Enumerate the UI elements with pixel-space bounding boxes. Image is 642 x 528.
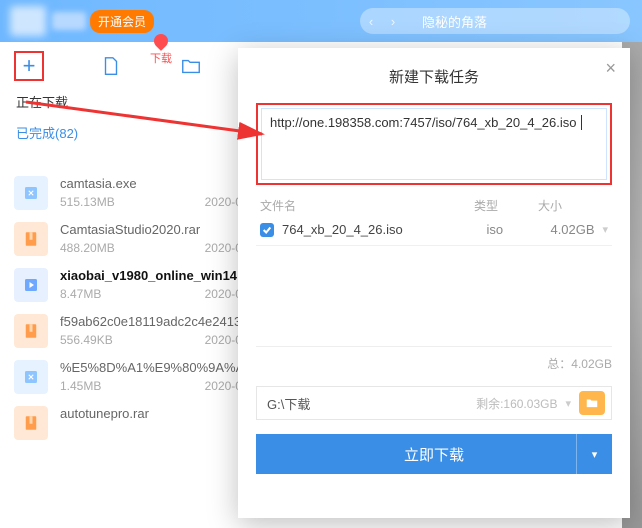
chevron-down-icon[interactable]: ▾	[602, 223, 608, 236]
list-item-size: 8.47MB	[60, 287, 101, 301]
list-item-size: 1.45MB	[60, 379, 101, 393]
list-item-size: 556.49KB	[60, 333, 113, 347]
col-size: 大小	[538, 197, 608, 214]
file-name: 764_xb_20_4_26.iso	[282, 222, 486, 237]
list-item-size: 515.13MB	[60, 195, 115, 209]
url-input[interactable]: http://one.198358.com:7457/iso/764_xb_20…	[256, 103, 612, 185]
dialog-title: 新建下载任务	[256, 66, 612, 87]
download-split-button[interactable]: ▾	[576, 434, 612, 474]
search-placeholder: 隐秘的角落	[422, 12, 487, 31]
file-button[interactable]	[98, 53, 124, 79]
pin-icon	[151, 31, 171, 51]
chevron-down-icon[interactable]: ▾	[565, 397, 571, 410]
col-type: 类型	[474, 197, 538, 214]
file-table-header: 文件名 类型 大小	[256, 197, 612, 214]
disk-remaining: 剩余:160.03GB	[476, 395, 557, 412]
dialog-close-button[interactable]: ×	[605, 58, 616, 79]
download-now-label: 立即下载	[404, 444, 464, 465]
url-text: http://one.198358.com:7457/iso/764_xb_20…	[270, 115, 576, 130]
app-header: 开通会员 ‹ › 隐秘的角落	[0, 0, 642, 42]
plus-icon: +	[23, 55, 36, 77]
list-item-size: 488.20MB	[60, 241, 115, 255]
file-type-icon	[14, 268, 48, 302]
new-task-button[interactable]: +	[14, 51, 44, 81]
col-filename: 文件名	[260, 197, 474, 214]
folder-icon	[584, 396, 600, 410]
file-type-icon	[14, 314, 48, 348]
tab-completed-label: 已完成	[16, 126, 55, 141]
file-type-icon	[14, 176, 48, 210]
file-type-icon	[14, 406, 48, 440]
total-size: 总：4.02GB	[256, 346, 612, 372]
nav-forward-icon[interactable]: ›	[382, 14, 404, 29]
save-path[interactable]: G:\下载	[267, 394, 476, 413]
browse-folder-button[interactable]	[579, 391, 605, 415]
folder-button[interactable]	[178, 53, 204, 79]
file-row[interactable]: 764_xb_20_4_26.iso iso 4.02GB ▾	[256, 214, 612, 246]
tab-completed-count: (82)	[55, 126, 78, 141]
download-now-button[interactable]: 立即下载 ▾	[256, 434, 612, 474]
avatar[interactable]	[10, 6, 46, 36]
file-size: 4.02GB	[550, 222, 602, 237]
file-type-icon	[14, 360, 48, 394]
folder-icon	[180, 55, 202, 77]
file-type: iso	[486, 222, 550, 237]
username	[52, 12, 86, 30]
search-bar[interactable]: ‹ › 隐秘的角落	[360, 8, 630, 34]
file-icon	[100, 55, 122, 77]
file-type-icon	[14, 222, 48, 256]
download-marker: 下载	[150, 34, 172, 66]
open-vip-button[interactable]: 开通会员	[90, 10, 154, 33]
new-download-dialog: × 新建下载任务 http://one.198358.com:7457/iso/…	[238, 48, 630, 518]
download-marker-label: 下载	[150, 50, 172, 66]
nav-back-icon[interactable]: ‹	[360, 14, 382, 29]
file-checkbox[interactable]	[260, 223, 274, 237]
save-path-row: G:\下载 剩余:160.03GB ▾	[256, 386, 612, 420]
